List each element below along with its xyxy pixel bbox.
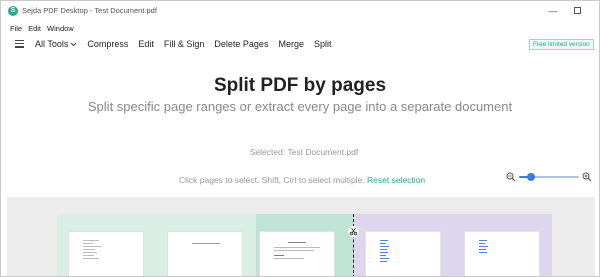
page-subtitle: Split specific page ranges or extract ev… bbox=[87, 99, 513, 114]
selection-hint-text: Click pages to select. Shift, Ctrl to se… bbox=[179, 175, 365, 185]
nav-fill-sign[interactable]: Fill & Sign bbox=[164, 39, 205, 49]
sejda-logo-icon: S bbox=[8, 6, 18, 16]
nav-edit[interactable]: Edit bbox=[138, 39, 154, 49]
page-thumbnail[interactable] bbox=[464, 231, 540, 276]
free-version-badge[interactable]: Free limited version bbox=[529, 39, 594, 50]
zoom-in-icon[interactable] bbox=[582, 172, 592, 182]
title-bar: S Sejda PDF Desktop - Test Document.pdf … bbox=[1, 1, 599, 21]
page-thumbnail[interactable] bbox=[259, 231, 335, 276]
page-thumbnail[interactable] bbox=[68, 231, 144, 276]
zoom-slider[interactable] bbox=[519, 173, 579, 181]
menu-edit[interactable]: Edit bbox=[28, 24, 41, 33]
menu-file[interactable]: File bbox=[10, 24, 22, 33]
zoom-out-icon[interactable] bbox=[506, 172, 516, 182]
maximize-icon bbox=[573, 7, 581, 14]
menu-window[interactable]: Window bbox=[47, 24, 74, 33]
pages-canvas bbox=[7, 197, 595, 276]
nav-all-tools[interactable]: All Tools bbox=[35, 39, 77, 49]
nav-merge[interactable]: Merge bbox=[278, 39, 304, 49]
hamburger-menu-icon[interactable] bbox=[15, 40, 24, 48]
tool-nav: All Tools Compress Edit Fill & Sign Dele… bbox=[1, 35, 599, 53]
page-thumbnail[interactable] bbox=[365, 231, 441, 276]
nav-all-tools-label: All Tools bbox=[35, 39, 69, 49]
scissors-icon[interactable] bbox=[348, 226, 359, 237]
selected-file-label: Selected: Test Document.pdf bbox=[249, 147, 359, 157]
minimize-button[interactable]: — bbox=[547, 5, 559, 17]
nav-delete-pages[interactable]: Delete Pages bbox=[214, 39, 268, 49]
page-thumbnail[interactable] bbox=[167, 231, 243, 276]
page-title: Split PDF by pages bbox=[213, 75, 387, 96]
reset-selection-link[interactable]: Reset selection bbox=[367, 175, 425, 185]
zoom-control bbox=[506, 171, 592, 183]
split-divider bbox=[353, 214, 354, 276]
window-title: Sejda PDF Desktop - Test Document.pdf bbox=[22, 6, 157, 15]
chevron-down-icon bbox=[71, 42, 77, 47]
zoom-slider-thumb[interactable] bbox=[527, 173, 535, 181]
app-window: S Sejda PDF Desktop - Test Document.pdf … bbox=[0, 0, 600, 277]
nav-compress[interactable]: Compress bbox=[87, 39, 128, 49]
selection-hint: Click pages to select. Shift, Ctrl to se… bbox=[179, 175, 425, 185]
maximize-button[interactable] bbox=[571, 5, 583, 17]
nav-split[interactable]: Split bbox=[314, 39, 332, 49]
menu-bar: File Edit Window bbox=[1, 21, 80, 35]
